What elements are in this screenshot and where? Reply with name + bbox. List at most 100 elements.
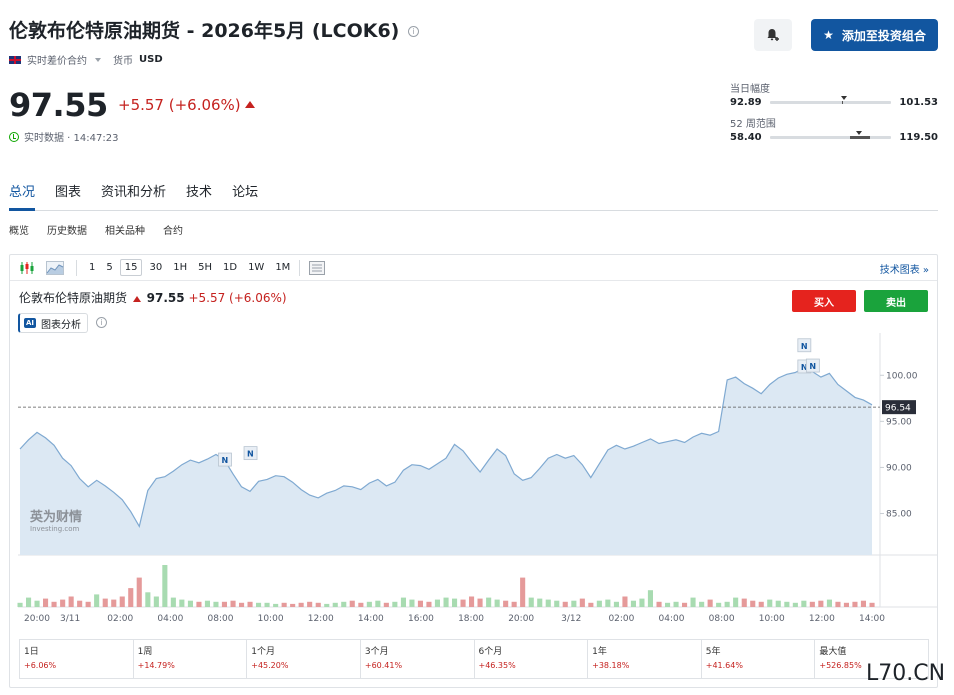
timeframe-15[interactable]: 15 xyxy=(119,259,143,276)
day-range-low: 92.89 xyxy=(730,97,762,108)
buy-button[interactable]: 买入 xyxy=(792,290,856,312)
subtab-history[interactable]: 历史数据 xyxy=(47,222,87,237)
day-range-marker xyxy=(840,96,847,100)
area-chart-icon[interactable] xyxy=(46,260,64,276)
volume-bar xyxy=(707,599,713,607)
main-tabs: 总况 图表 资讯和分析 技术 论坛 xyxy=(9,181,258,200)
clock-icon xyxy=(9,131,19,142)
x-tick-label: 3/11 xyxy=(60,614,80,624)
week52-range-low: 58.40 xyxy=(730,132,762,143)
x-tick-label: 04:00 xyxy=(157,614,183,624)
site-watermark: L70.CN xyxy=(866,661,946,686)
up-arrow-icon xyxy=(132,296,141,302)
news-marker-label: N xyxy=(801,342,808,351)
technical-chart-link[interactable]: 技术图表 » xyxy=(880,261,929,276)
volume-bar xyxy=(85,601,91,608)
week52-range-fill xyxy=(849,136,870,139)
volume-bar xyxy=(256,602,262,607)
volume-bar xyxy=(443,597,449,608)
performance-value: +60.41% xyxy=(364,661,403,670)
volume-bar xyxy=(77,600,83,607)
timeframe-1[interactable]: 1 xyxy=(85,260,99,275)
performance-cell[interactable]: 1年 +38.18% xyxy=(588,640,702,678)
performance-cell[interactable]: 3个月 +60.41% xyxy=(361,640,475,678)
x-tick-label: 3/12 xyxy=(561,614,581,624)
timeframe-30[interactable]: 30 xyxy=(145,260,166,275)
volume-bar xyxy=(469,596,475,607)
volume-bar xyxy=(349,600,355,607)
realtime-status: 实时数据 · 14:47:23 xyxy=(9,129,118,144)
candlestick-icon[interactable] xyxy=(18,260,36,276)
volume-bar xyxy=(792,602,798,607)
volume-bar xyxy=(562,601,568,608)
table-view-icon[interactable] xyxy=(308,260,326,276)
add-to-portfolio-label: 添加至投资组合 xyxy=(841,28,926,43)
subtab-overview[interactable]: 概览 xyxy=(9,222,29,237)
volume-bar xyxy=(111,599,117,607)
chart-change: +5.57 (+6.06%) xyxy=(188,291,287,305)
subtab-related[interactable]: 相关品种 xyxy=(105,222,145,237)
sell-button[interactable]: 卖出 xyxy=(864,290,928,312)
tab-chart[interactable]: 图表 xyxy=(55,181,81,200)
volume-bar xyxy=(239,602,245,607)
volume-bar xyxy=(537,598,543,607)
volume-bar xyxy=(511,601,517,608)
performance-cell[interactable]: 1周 +14.79% xyxy=(134,640,248,678)
performance-cell[interactable]: 5年 +41.64% xyxy=(702,640,816,678)
subtab-contracts[interactable]: 合约 xyxy=(163,222,183,237)
volume-bar xyxy=(332,602,338,607)
volume-bar xyxy=(417,600,423,607)
chevron-down-icon[interactable] xyxy=(95,57,101,62)
volume-bar xyxy=(818,600,824,607)
volume-bar xyxy=(503,600,509,607)
volume-bar xyxy=(647,590,653,607)
volume-bar xyxy=(690,597,696,608)
volume-bar xyxy=(699,601,705,608)
volume-bar xyxy=(801,600,807,607)
timeframe-1w[interactable]: 1W xyxy=(244,260,268,275)
volume-bar xyxy=(68,596,74,607)
volume-bar xyxy=(307,601,313,608)
price-change-value: +5.57 (+6.06%) xyxy=(118,96,241,114)
tab-overview[interactable]: 总况 xyxy=(9,181,35,200)
info-icon[interactable]: i xyxy=(407,26,419,37)
chart-instrument-header: 伦敦布伦特原油期货 97.55 +5.57 (+6.06%) xyxy=(19,289,287,306)
volume-bar xyxy=(460,599,466,607)
volume-bar xyxy=(767,599,773,607)
volume-bar xyxy=(784,601,790,608)
x-tick-label: 20:00 xyxy=(508,614,534,624)
y-tick-label: 100.00 xyxy=(886,371,918,381)
volume-bar xyxy=(17,602,23,607)
volume-bar xyxy=(852,601,858,608)
tab-news[interactable]: 资讯和分析 xyxy=(101,181,166,200)
last-price: 97.55 xyxy=(9,86,108,124)
performance-period: 3个月 xyxy=(364,647,389,657)
tab-forum[interactable]: 论坛 xyxy=(232,181,258,200)
add-alert-button[interactable] xyxy=(754,19,792,51)
performance-cell[interactable]: 1个月 +45.20% xyxy=(247,640,361,678)
price-change: +5.57 (+6.06%) xyxy=(118,96,255,114)
timeframe-5h[interactable]: 5H xyxy=(194,260,216,275)
contract-type-selector[interactable]: 实时差价合约 xyxy=(27,52,87,67)
y-tick-label: 95.00 xyxy=(886,417,912,427)
volume-bar xyxy=(434,599,440,607)
volume-bar xyxy=(324,603,330,607)
performance-period: 6个月 xyxy=(478,647,503,657)
volume-bar xyxy=(162,565,168,607)
tab-technical[interactable]: 技术 xyxy=(186,181,212,200)
timeframe-1h[interactable]: 1H xyxy=(169,260,191,275)
volume-bar xyxy=(409,599,415,607)
volume-bar xyxy=(716,602,722,607)
timeframe-1d[interactable]: 1D xyxy=(219,260,241,275)
volume-bar xyxy=(869,602,875,607)
day-range-fill xyxy=(841,101,843,104)
status-text: 实时数据 · 14:47:23 xyxy=(24,133,119,144)
performance-period: 1个月 xyxy=(251,647,275,657)
performance-cell[interactable]: 1日 +6.06% xyxy=(20,640,134,678)
timeframe-5[interactable]: 5 xyxy=(102,260,116,275)
add-to-portfolio-button[interactable]: ★ 添加至投资组合 xyxy=(811,19,938,51)
volume-bar xyxy=(400,597,406,608)
performance-cell[interactable]: 6个月 +46.35% xyxy=(475,640,589,678)
timeframe-1m[interactable]: 1M xyxy=(271,260,294,275)
price-chart[interactable]: 100.00 95.00 90.00 85.00 96.54 英为财情Investing.… xyxy=(10,325,937,639)
